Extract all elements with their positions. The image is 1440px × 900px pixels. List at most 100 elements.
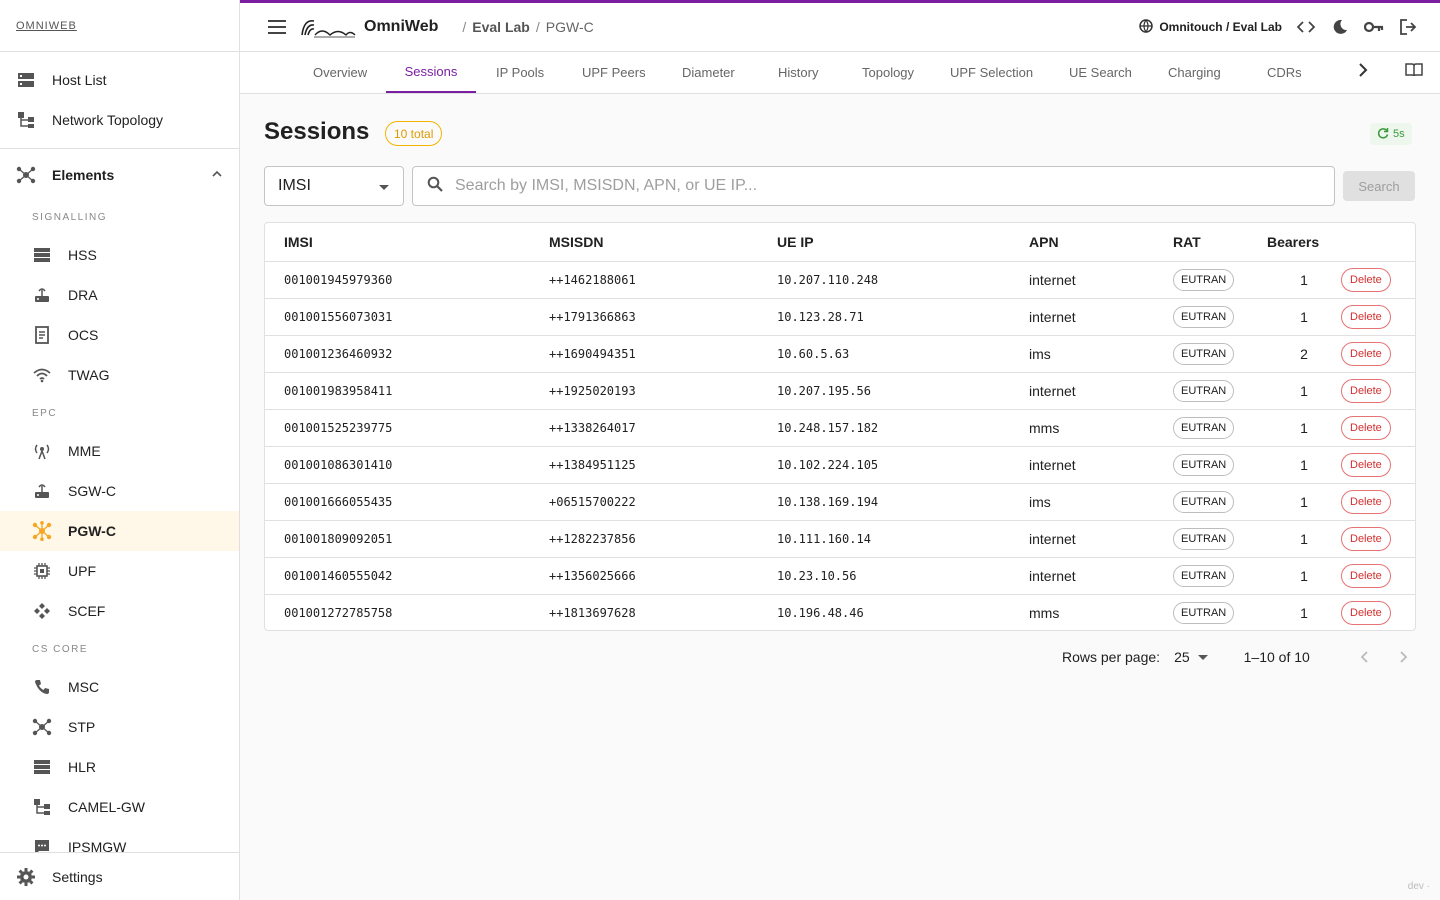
tab-ue-search[interactable]: UE Search bbox=[1069, 52, 1132, 93]
sidebar-item-hlr[interactable]: HLR bbox=[0, 747, 239, 787]
table-row[interactable]: 001001460555042 ++1356025666 10.23.10.56 in… bbox=[265, 557, 1415, 595]
delete-session-button[interactable]: Delete bbox=[1341, 341, 1391, 366]
cell-rat: EUTRAN bbox=[1173, 594, 1267, 631]
search-input[interactable] bbox=[455, 177, 1315, 195]
sidebar-item-twag[interactable]: TWAG bbox=[0, 355, 239, 395]
tab-upf-selection[interactable]: UPF Selection bbox=[950, 52, 1033, 93]
column-header-imsi[interactable]: IMSI bbox=[265, 223, 549, 262]
sidebar-item-host-list[interactable]: Host List bbox=[0, 60, 239, 100]
sidebar-item-label: MME bbox=[68, 443, 101, 459]
sidebar-item-label: PGW-C bbox=[68, 523, 116, 539]
sidebar-item-settings[interactable]: Settings bbox=[0, 852, 239, 900]
table-row[interactable]: 001001983958411 ++1925020193 10.207.195.56… bbox=[265, 372, 1415, 410]
omnitouch-logo bbox=[300, 15, 356, 39]
code-icon[interactable] bbox=[1296, 17, 1316, 37]
breadcrumb-org[interactable]: Eval Lab bbox=[472, 19, 530, 35]
delete-session-button[interactable]: Delete bbox=[1341, 526, 1391, 551]
sidebar-item-camel-gw[interactable]: CAMEL-GW bbox=[0, 787, 239, 827]
sidebar-item-network-topology[interactable]: Network Topology bbox=[0, 100, 239, 140]
tab-diameter[interactable]: Diameter bbox=[682, 52, 735, 93]
sidebar-item-mme[interactable]: MME bbox=[0, 431, 239, 471]
sidebar-item-scef[interactable]: SCEF bbox=[0, 591, 239, 631]
delete-session-button[interactable]: Delete bbox=[1341, 415, 1391, 440]
cell-msisdn: ++1813697628 bbox=[549, 605, 636, 620]
search-field-select[interactable]: IMSI bbox=[264, 166, 404, 206]
cell-rat: EUTRAN bbox=[1173, 446, 1267, 484]
cell-actions: Delete bbox=[1341, 557, 1415, 595]
tab-topology[interactable]: Topology bbox=[862, 52, 914, 93]
tab-upf-peers[interactable]: UPF Peers bbox=[582, 52, 646, 93]
search-button[interactable]: Search bbox=[1343, 171, 1415, 201]
database-icon bbox=[32, 245, 52, 265]
delete-session-button[interactable]: Delete bbox=[1341, 489, 1391, 514]
column-header-bearers[interactable]: Bearers bbox=[1267, 223, 1341, 262]
docs-button[interactable] bbox=[1400, 52, 1428, 93]
auto-refresh-indicator[interactable]: 5s bbox=[1370, 123, 1412, 145]
sidebar-item-upf[interactable]: UPF bbox=[0, 551, 239, 591]
delete-session-button[interactable]: Delete bbox=[1341, 267, 1391, 292]
sidebar-item-ocs[interactable]: OCS bbox=[0, 315, 239, 355]
column-header-msisdn[interactable]: MSISDN bbox=[549, 223, 777, 262]
cell-msisdn: ++1384951125 bbox=[549, 446, 777, 484]
rat-chip: EUTRAN bbox=[1173, 564, 1235, 587]
antenna-icon bbox=[32, 441, 52, 461]
org-selector[interactable]: Omnitouch / Eval Lab bbox=[1139, 18, 1282, 36]
app-title: OmniWeb bbox=[364, 18, 439, 35]
brand-link[interactable]: OMNIWEB bbox=[16, 20, 77, 32]
column-header-rat[interactable]: RAT bbox=[1173, 223, 1267, 262]
cell-imsi: 001001983958411 bbox=[265, 372, 549, 410]
rat-chip: EUTRAN bbox=[1173, 527, 1235, 550]
previous-page-button[interactable] bbox=[1354, 647, 1374, 667]
dark-mode-icon[interactable] bbox=[1330, 17, 1350, 37]
sidebar-item-dra[interactable]: DRA bbox=[0, 275, 239, 315]
rows-per-page-select[interactable]: 25 bbox=[1174, 649, 1208, 665]
cell-ue-ip: 10.138.169.194 bbox=[777, 483, 1029, 521]
cell-actions: Delete bbox=[1341, 298, 1415, 336]
delete-session-button[interactable]: Delete bbox=[1341, 563, 1391, 588]
page-title: Sessions bbox=[264, 118, 370, 145]
tab-cdrs[interactable]: CDRs bbox=[1267, 52, 1302, 93]
tab-overview[interactable]: Overview bbox=[313, 52, 367, 93]
table-row[interactable]: 001001525239775 ++1338264017 10.248.157.18… bbox=[265, 409, 1415, 447]
table-row[interactable]: 001001945979360 ++1462188061 10.207.110.24… bbox=[265, 261, 1415, 299]
column-header-ue-ip[interactable]: UE IP bbox=[777, 223, 1029, 262]
sidebar-item-msc[interactable]: MSC bbox=[0, 667, 239, 707]
topology-icon bbox=[16, 110, 36, 130]
menu-icon[interactable] bbox=[266, 16, 288, 38]
column-header-actions bbox=[1341, 223, 1415, 262]
key-icon[interactable] bbox=[1364, 17, 1384, 37]
sidebar-item-hss[interactable]: HSS bbox=[0, 235, 239, 275]
delete-session-button[interactable]: Delete bbox=[1341, 600, 1391, 625]
table-row[interactable]: 001001809092051 ++1282237856 10.111.160.14… bbox=[265, 520, 1415, 558]
sidebar-item-pgw-c[interactable]: PGW-C bbox=[0, 511, 239, 551]
elements-group-toggle[interactable]: Elements bbox=[0, 151, 239, 199]
sidebar-item-label: DRA bbox=[68, 287, 98, 303]
cell-imsi: 001001666055435 bbox=[265, 483, 549, 521]
sidebar-item-stp[interactable]: STP bbox=[0, 707, 239, 747]
tabs-scroll-right-button[interactable] bbox=[1349, 52, 1377, 93]
tab-charging[interactable]: Charging bbox=[1168, 52, 1221, 93]
tab-sessions[interactable]: Sessions bbox=[386, 52, 476, 93]
delete-session-button[interactable]: Delete bbox=[1341, 304, 1391, 329]
phone-icon bbox=[32, 677, 52, 697]
search-box bbox=[412, 166, 1335, 206]
table-row[interactable]: 001001086301410 ++1384951125 10.102.224.10… bbox=[265, 446, 1415, 484]
logout-icon[interactable] bbox=[1398, 17, 1418, 37]
table-row[interactable]: 001001556073031 ++1791366863 10.123.28.71 i… bbox=[265, 298, 1415, 336]
sidebar-item-sgw-c[interactable]: SGW-C bbox=[0, 471, 239, 511]
next-page-button[interactable] bbox=[1394, 647, 1414, 667]
table-row[interactable]: 001001666055435 +06515700222 10.138.169.19… bbox=[265, 483, 1415, 521]
cell-msisdn: ++1791366863 bbox=[549, 298, 777, 336]
refresh-interval: 5s bbox=[1393, 128, 1405, 140]
table-row[interactable]: 001001236460932 ++1690494351 10.60.5.63 ims… bbox=[265, 335, 1415, 373]
cell-ue-ip: 10.207.110.248 bbox=[777, 261, 1029, 299]
tab-history[interactable]: History bbox=[778, 52, 818, 93]
cell-ue-ip: 10.123.28.71 bbox=[777, 298, 1029, 336]
delete-session-button[interactable]: Delete bbox=[1341, 452, 1391, 477]
tab-ip-pools[interactable]: IP Pools bbox=[496, 52, 544, 93]
receipt-icon bbox=[32, 325, 52, 345]
delete-session-button[interactable]: Delete bbox=[1341, 378, 1391, 403]
table-row[interactable]: 001001272785758 ++1813697628 10.196.48.46 m… bbox=[265, 594, 1415, 631]
column-header-apn[interactable]: APN bbox=[1029, 223, 1173, 262]
page-range: 1–10 of 10 bbox=[1243, 649, 1310, 665]
